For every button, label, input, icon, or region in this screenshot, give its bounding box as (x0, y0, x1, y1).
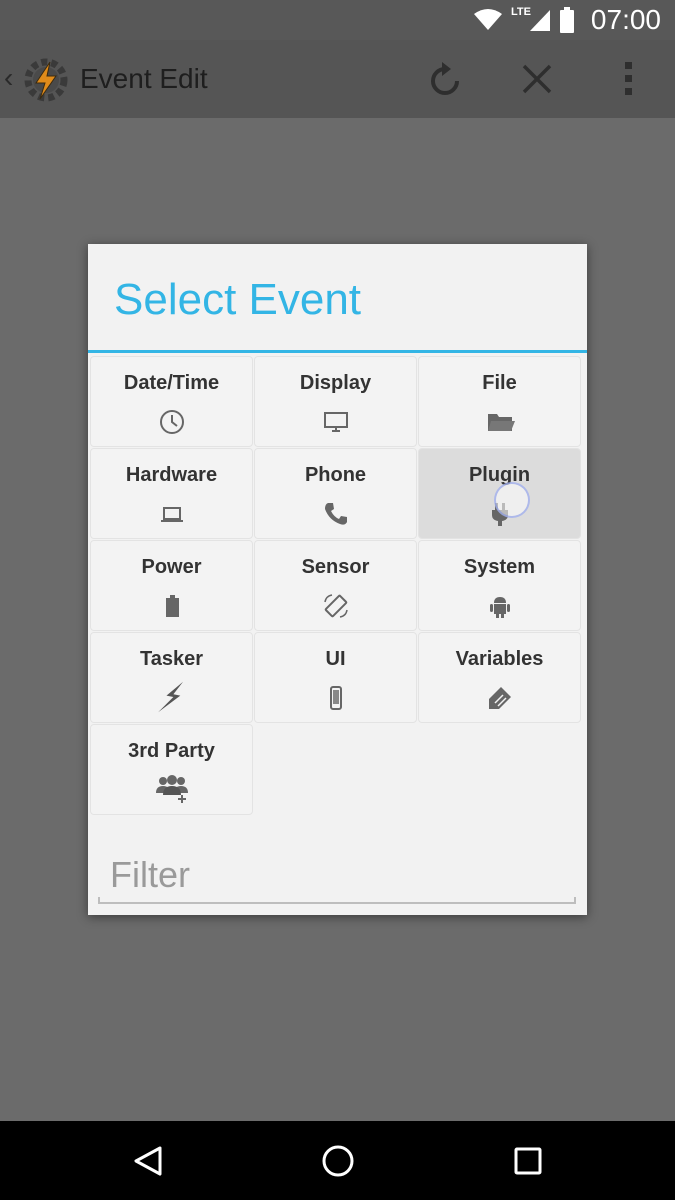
category-label: Sensor (301, 556, 370, 578)
monitor-icon (323, 412, 348, 432)
status-bar: LTE 07:00 (0, 0, 675, 40)
category-phone[interactable]: Phone (254, 448, 417, 539)
dialog-title: Select Event (114, 275, 362, 324)
category-hardware[interactable]: Hardware (90, 448, 253, 539)
wifi-icon (474, 9, 503, 30)
back-icon[interactable] (128, 1141, 168, 1181)
category-label: Date/Time (123, 372, 220, 394)
signal-icon (530, 10, 550, 31)
category-power[interactable]: Power (90, 540, 253, 631)
category-label: Hardware (125, 464, 218, 486)
category-variables[interactable]: Variables (418, 632, 581, 723)
clock-icon (159, 410, 184, 434)
category-label: Display (299, 372, 372, 394)
laptop-icon (160, 507, 183, 522)
phone-icon (324, 503, 347, 525)
category-file[interactable]: File (418, 356, 581, 447)
tag-icon (488, 687, 511, 709)
folder-icon (487, 414, 515, 431)
category-ui[interactable]: UI (254, 632, 417, 723)
touch-ripple (494, 482, 530, 518)
category-display[interactable]: Display (254, 356, 417, 447)
category-tasker[interactable]: Tasker (90, 632, 253, 723)
navigation-bar (0, 1121, 675, 1200)
category-date-time[interactable]: Date/Time (90, 356, 253, 447)
smartphone-icon (329, 686, 342, 710)
home-icon[interactable] (318, 1141, 358, 1181)
action-bar: ‹ Event Edit (0, 40, 675, 118)
dialog-title-divider (88, 350, 587, 353)
category-plugin[interactable]: Plugin (418, 448, 581, 539)
category-label: Phone (304, 464, 367, 486)
category-label: Variables (455, 648, 544, 670)
action-bar-title: Event Edit (80, 63, 208, 94)
screen-rotation-icon (323, 594, 348, 618)
screen: LTE 07:00 ‹ Event Edit Select Event Date… (0, 0, 675, 1200)
battery-icon (560, 7, 574, 33)
up-chevron-icon[interactable]: ‹ (4, 62, 13, 94)
filter-input[interactable] (98, 848, 576, 902)
category-label: File (482, 372, 517, 394)
battery-icon (165, 595, 179, 617)
status-clock: 07:00 (590, 4, 661, 35)
add-group-icon (155, 775, 188, 803)
refresh-icon[interactable] (423, 57, 467, 101)
category-sensor[interactable]: Sensor (254, 540, 417, 631)
tasker-app-icon[interactable] (20, 54, 72, 106)
network-type-label: LTE (511, 6, 531, 18)
lightning-icon (157, 681, 183, 713)
category-label: Tasker (139, 648, 203, 670)
category-label: Power (141, 556, 202, 578)
category-label: Plugin (468, 464, 531, 486)
select-event-dialog: Select Event Date/Time Display File Hard… (88, 244, 587, 915)
android-icon (489, 597, 510, 618)
category-system[interactable]: System (418, 540, 581, 631)
category-label: 3rd Party (128, 740, 215, 762)
filter-underline (98, 897, 576, 904)
more-vert-icon[interactable] (607, 57, 651, 101)
filter-field[interactable] (98, 848, 576, 906)
recents-icon[interactable] (508, 1141, 548, 1181)
close-icon[interactable] (515, 57, 559, 101)
category-3rd-party[interactable]: 3rd Party (90, 724, 253, 815)
category-label: System (463, 556, 536, 578)
category-label: UI (325, 648, 346, 670)
status-icons: LTE (473, 6, 575, 34)
